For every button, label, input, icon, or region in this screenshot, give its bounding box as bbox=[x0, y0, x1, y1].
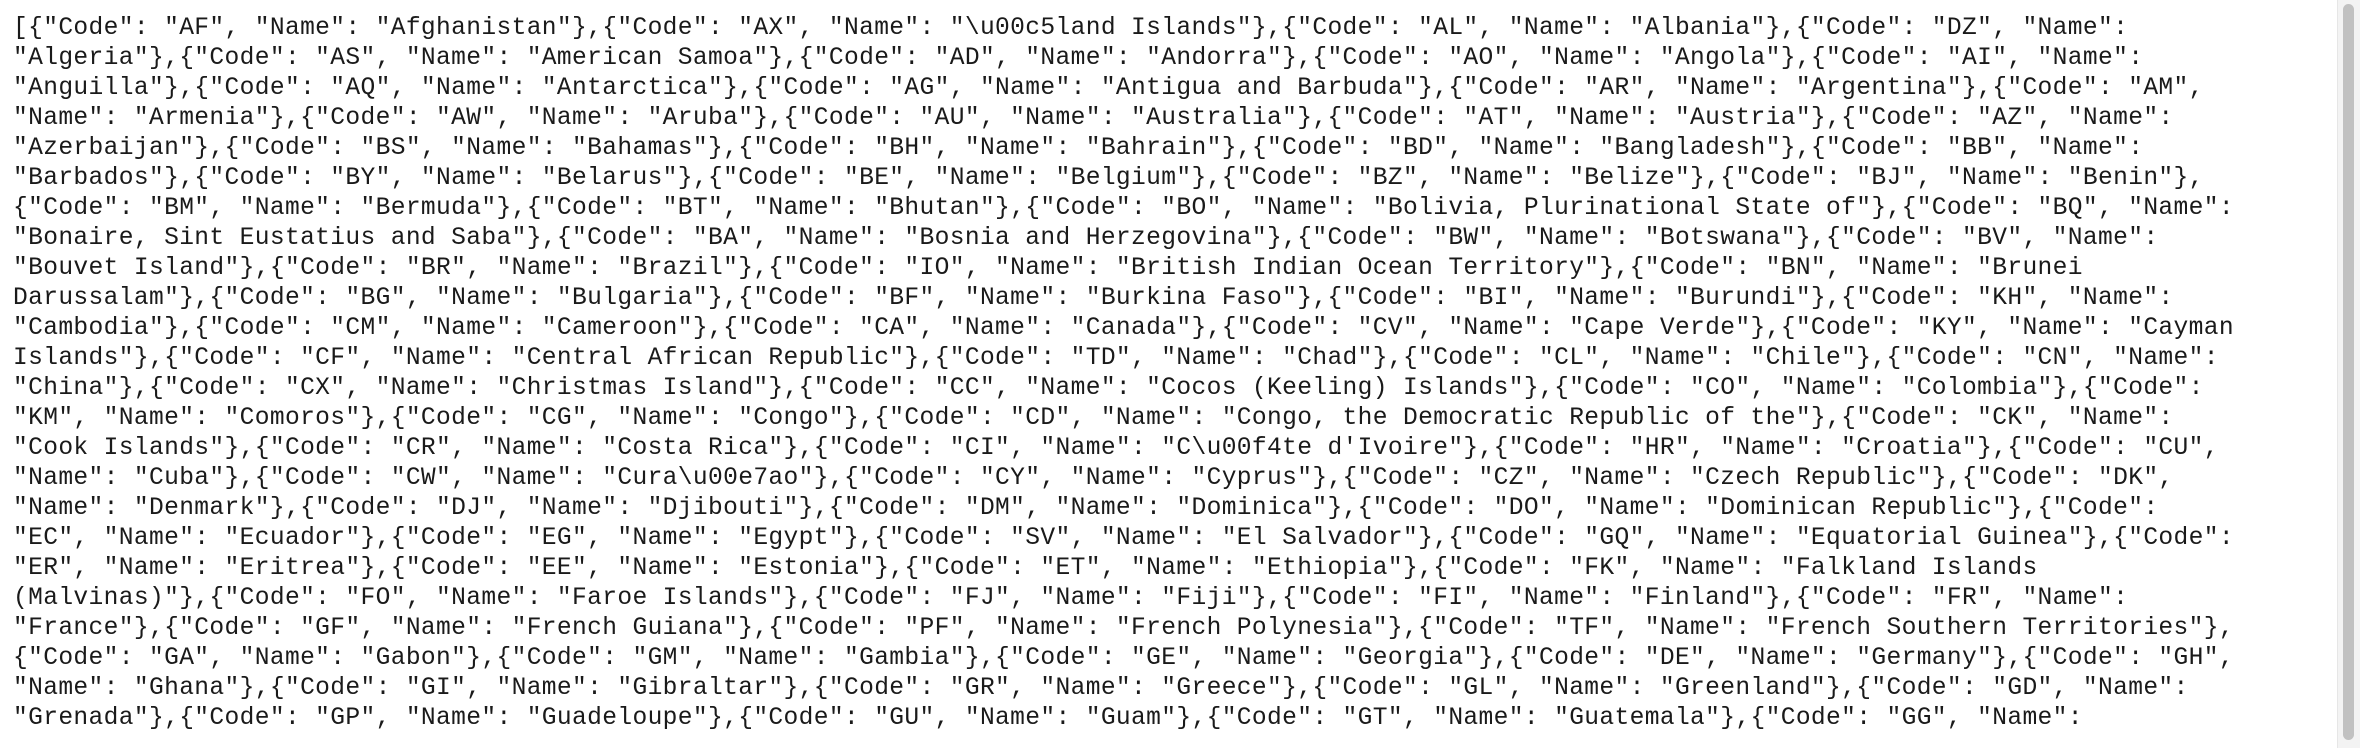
json-document-text: [{"Code": "AF", "Name": "Afghanistan"},{… bbox=[13, 15, 2234, 732]
vertical-scrollbar[interactable] bbox=[2337, 0, 2360, 748]
json-viewer: [{"Code": "AF", "Name": "Afghanistan"},{… bbox=[0, 0, 2360, 748]
scrollbar-thumb[interactable] bbox=[2343, 4, 2354, 740]
